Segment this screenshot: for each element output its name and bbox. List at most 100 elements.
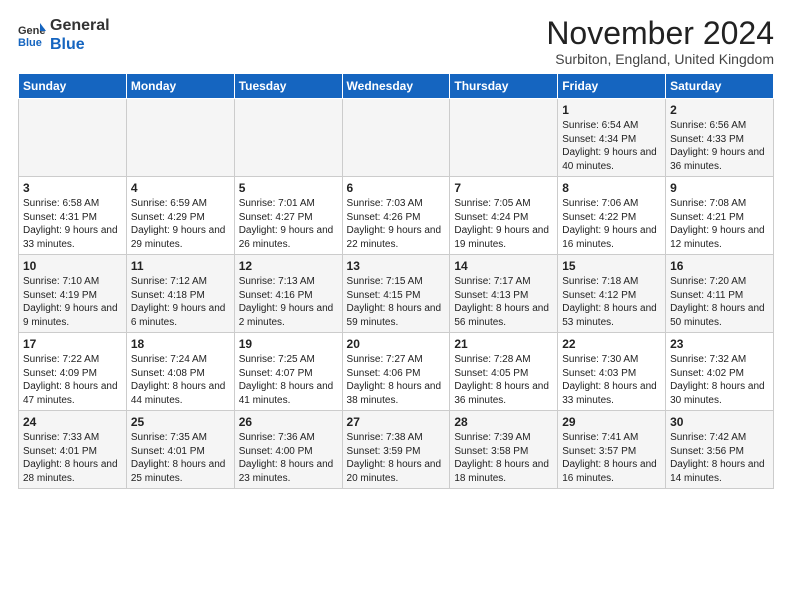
calendar-cell: 16Sunrise: 7:20 AM Sunset: 4:11 PM Dayli… [666,255,774,333]
cell-sun-info: Sunrise: 7:20 AM Sunset: 4:11 PM Dayligh… [670,275,769,329]
calendar-cell: 5 Sunrise: 7:01 AM Sunset: 4:27 PM Daylig… [234,177,342,255]
calendar-cell: 21 Sunrise: 7:28 AM Sunset: 4:05 PM Dayli… [450,333,558,411]
cell-sun-info: Sunrise: 7:33 AM Sunset: 4:01 PM Dayligh… [23,431,122,485]
header-row: Sunday Monday Tuesday Wednesday Thursday… [19,74,774,99]
day-number: 29 [562,415,661,429]
calendar-cell [19,99,127,177]
calendar-cell: 13 Sunrise: 7:15 AM Sunset: 4:15 PM Dayli… [342,255,450,333]
day-number: 20 [347,337,446,351]
day-number: 30 [670,415,769,429]
col-monday: Monday [126,74,234,99]
day-number: 7 [454,181,553,195]
cell-sun-info: Sunrise: 7:08 AM Sunset: 4:21 PM Dayligh… [670,197,769,251]
month-year-title: November 2024 [546,16,774,51]
calendar-cell: 23 Sunrise: 7:32 AM Sunset: 4:02 PM Dayli… [666,333,774,411]
cell-sun-info: Sunrise: 7:13 AM Sunset: 4:16 PM Dayligh… [239,275,338,329]
day-number: 2 [670,103,769,117]
col-friday: Friday [558,74,666,99]
calendar-table: Sunday Monday Tuesday Wednesday Thursday… [18,73,774,489]
logo-icon: General Blue [18,21,46,49]
calendar-cell: 26Sunrise: 7:36 AM Sunset: 4:00 PM Dayli… [234,411,342,489]
calendar-cell: 9 Sunrise: 7:08 AM Sunset: 4:21 PM Daylig… [666,177,774,255]
location-subtitle: Surbiton, England, United Kingdom [546,51,774,67]
day-number: 10 [23,259,122,273]
day-number: 25 [131,415,230,429]
page: General Blue General Blue November 2024 … [0,0,792,499]
day-number: 21 [454,337,553,351]
calendar-cell [234,99,342,177]
col-thursday: Thursday [450,74,558,99]
cell-sun-info: Sunrise: 7:01 AM Sunset: 4:27 PM Dayligh… [239,197,338,251]
day-number: 5 [239,181,338,195]
calendar-row-0: 1 Sunrise: 6:54 AM Sunset: 4:34 PM Daylig… [19,99,774,177]
calendar-cell: 2 Sunrise: 6:56 AM Sunset: 4:33 PM Daylig… [666,99,774,177]
cell-sun-info: Sunrise: 6:59 AM Sunset: 4:29 PM Dayligh… [131,197,230,251]
calendar-row-4: 24 Sunrise: 7:33 AM Sunset: 4:01 PM Dayli… [19,411,774,489]
day-number: 4 [131,181,230,195]
col-wednesday: Wednesday [342,74,450,99]
cell-sun-info: Sunrise: 7:32 AM Sunset: 4:02 PM Dayligh… [670,353,769,407]
day-number: 15 [562,259,661,273]
day-number: 27 [347,415,446,429]
calendar-cell: 27 Sunrise: 7:38 AM Sunset: 3:59 PM Dayli… [342,411,450,489]
calendar-cell: 3 Sunrise: 6:58 AM Sunset: 4:31 PM Daylig… [19,177,127,255]
calendar-cell: 20 Sunrise: 7:27 AM Sunset: 4:06 PM Dayli… [342,333,450,411]
cell-sun-info: Sunrise: 7:03 AM Sunset: 4:26 PM Dayligh… [347,197,446,251]
col-saturday: Saturday [666,74,774,99]
day-number: 12 [239,259,338,273]
day-number: 8 [562,181,661,195]
cell-sun-info: Sunrise: 7:12 AM Sunset: 4:18 PM Dayligh… [131,275,230,329]
cell-sun-info: Sunrise: 7:35 AM Sunset: 4:01 PM Dayligh… [131,431,230,485]
cell-sun-info: Sunrise: 7:42 AM Sunset: 3:56 PM Dayligh… [670,431,769,485]
cell-sun-info: Sunrise: 7:38 AM Sunset: 3:59 PM Dayligh… [347,431,446,485]
cell-sun-info: Sunrise: 7:27 AM Sunset: 4:06 PM Dayligh… [347,353,446,407]
day-number: 1 [562,103,661,117]
day-number: 24 [23,415,122,429]
calendar-cell [126,99,234,177]
cell-sun-info: Sunrise: 7:24 AM Sunset: 4:08 PM Dayligh… [131,353,230,407]
day-number: 23 [670,337,769,351]
header: General Blue General Blue November 2024 … [18,16,774,67]
calendar-cell: 19Sunrise: 7:25 AM Sunset: 4:07 PM Dayli… [234,333,342,411]
calendar-cell: 1 Sunrise: 6:54 AM Sunset: 4:34 PM Daylig… [558,99,666,177]
calendar-cell: 22 Sunrise: 7:30 AM Sunset: 4:03 PM Dayli… [558,333,666,411]
cell-sun-info: Sunrise: 7:17 AM Sunset: 4:13 PM Dayligh… [454,275,553,329]
calendar-cell [450,99,558,177]
svg-text:Blue: Blue [18,37,42,49]
day-number: 13 [347,259,446,273]
day-number: 18 [131,337,230,351]
day-number: 3 [23,181,122,195]
cell-sun-info: Sunrise: 7:22 AM Sunset: 4:09 PM Dayligh… [23,353,122,407]
calendar-cell: 30 Sunrise: 7:42 AM Sunset: 3:56 PM Dayli… [666,411,774,489]
day-number: 17 [23,337,122,351]
calendar-cell: 28 Sunrise: 7:39 AM Sunset: 3:58 PM Dayli… [450,411,558,489]
calendar-cell: 18 Sunrise: 7:24 AM Sunset: 4:08 PM Dayli… [126,333,234,411]
calendar-cell: 12 Sunrise: 7:13 AM Sunset: 4:16 PM Dayli… [234,255,342,333]
calendar-row-3: 17 Sunrise: 7:22 AM Sunset: 4:09 PM Dayli… [19,333,774,411]
calendar-cell [342,99,450,177]
calendar-cell: 7Sunrise: 7:05 AM Sunset: 4:24 PM Daylig… [450,177,558,255]
cell-sun-info: Sunrise: 7:28 AM Sunset: 4:05 PM Dayligh… [454,353,553,407]
cell-sun-info: Sunrise: 6:54 AM Sunset: 4:34 PM Dayligh… [562,119,661,173]
cell-sun-info: Sunrise: 7:10 AM Sunset: 4:19 PM Dayligh… [23,275,122,329]
calendar-cell: 14Sunrise: 7:17 AM Sunset: 4:13 PM Dayli… [450,255,558,333]
day-number: 6 [347,181,446,195]
calendar-cell: 8Sunrise: 7:06 AM Sunset: 4:22 PM Daylig… [558,177,666,255]
day-number: 28 [454,415,553,429]
calendar-cell: 29 Sunrise: 7:41 AM Sunset: 3:57 PM Dayli… [558,411,666,489]
calendar-row-1: 3 Sunrise: 6:58 AM Sunset: 4:31 PM Daylig… [19,177,774,255]
calendar-cell: 11Sunrise: 7:12 AM Sunset: 4:18 PM Dayli… [126,255,234,333]
day-number: 9 [670,181,769,195]
cell-sun-info: Sunrise: 7:41 AM Sunset: 3:57 PM Dayligh… [562,431,661,485]
cell-sun-info: Sunrise: 7:25 AM Sunset: 4:07 PM Dayligh… [239,353,338,407]
logo-general-text: General [50,17,110,34]
cell-sun-info: Sunrise: 6:58 AM Sunset: 4:31 PM Dayligh… [23,197,122,251]
title-block: November 2024 Surbiton, England, United … [546,16,774,67]
cell-sun-info: Sunrise: 7:30 AM Sunset: 4:03 PM Dayligh… [562,353,661,407]
cell-sun-info: Sunrise: 7:15 AM Sunset: 4:15 PM Dayligh… [347,275,446,329]
calendar-cell: 25 Sunrise: 7:35 AM Sunset: 4:01 PM Dayli… [126,411,234,489]
cell-sun-info: Sunrise: 6:56 AM Sunset: 4:33 PM Dayligh… [670,119,769,173]
day-number: 22 [562,337,661,351]
cell-sun-info: Sunrise: 7:36 AM Sunset: 4:00 PM Dayligh… [239,431,338,485]
cell-sun-info: Sunrise: 7:39 AM Sunset: 3:58 PM Dayligh… [454,431,553,485]
